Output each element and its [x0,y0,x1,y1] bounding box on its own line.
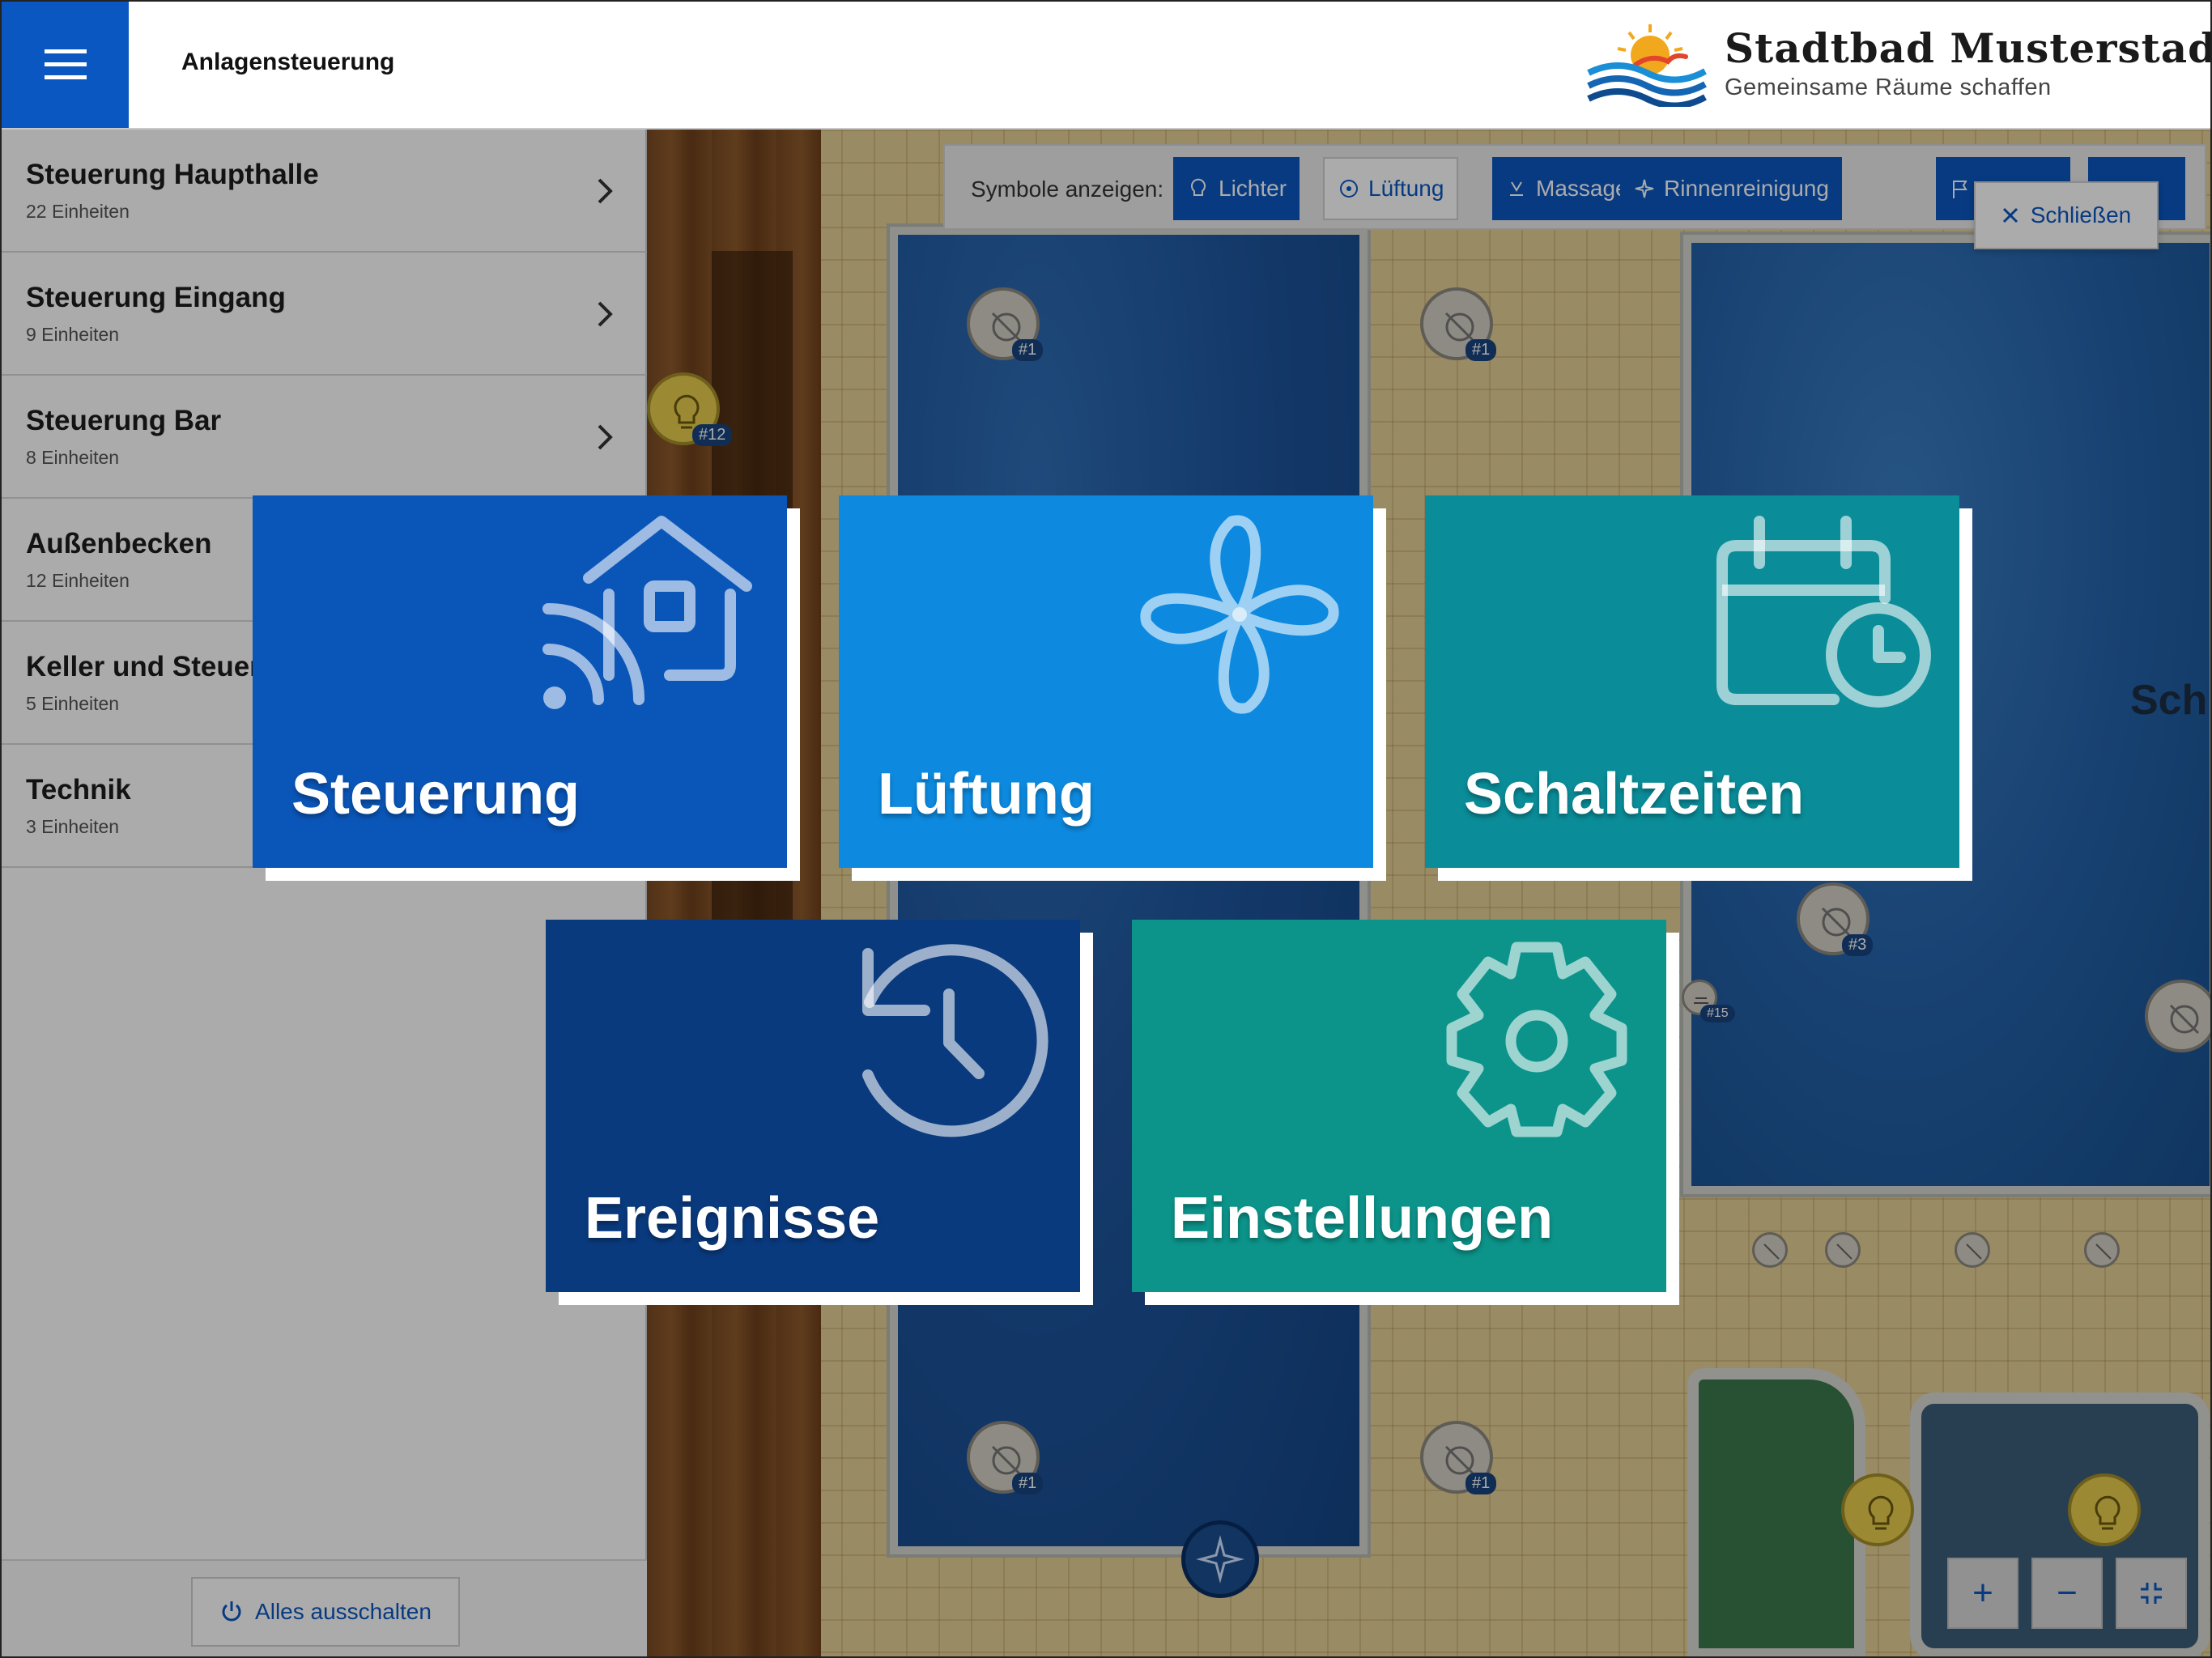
brand-logo [1587,24,1707,107]
tile-label: Schaltzeiten [1464,762,1805,827]
modal-backdrop[interactable] [0,130,2212,1658]
history-icon [862,944,1049,1137]
brand: Stadtbad Musterstadt Gemeinsame Räume sc… [1587,21,2212,110]
fan-icon [1140,515,1339,714]
tile-label: Steuerung [291,762,581,827]
page-title: Anlagensteuerung [181,49,395,75]
smart-home-icon [542,516,752,709]
tile-schaltzeiten[interactable]: Schaltzeiten [1425,495,1959,868]
tile-label: Ereignisse [585,1186,880,1251]
hamburger-icon [44,49,87,79]
calendar-clock-icon [1716,516,1931,708]
tile-label: Einstellungen [1171,1186,1554,1251]
tile-lueftung[interactable]: Lüftung [839,495,1373,868]
tile-ereignisse[interactable]: Ereignisse [546,920,1080,1292]
brand-tagline: Gemeinsame Räume schaffen [1725,74,2052,100]
gear-icon [1446,942,1627,1137]
brand-name: Stadtbad Musterstadt [1725,24,2212,72]
tile-steuerung[interactable]: Steuerung [253,495,787,868]
tile-label: Lüftung [878,762,1095,827]
tile-einstellungen[interactable]: Einstellungen [1132,920,1666,1292]
app-header: Anlagensteuerung Stadtbad Musterstadt Ge… [0,0,2212,130]
menu-button[interactable] [2,2,129,128]
